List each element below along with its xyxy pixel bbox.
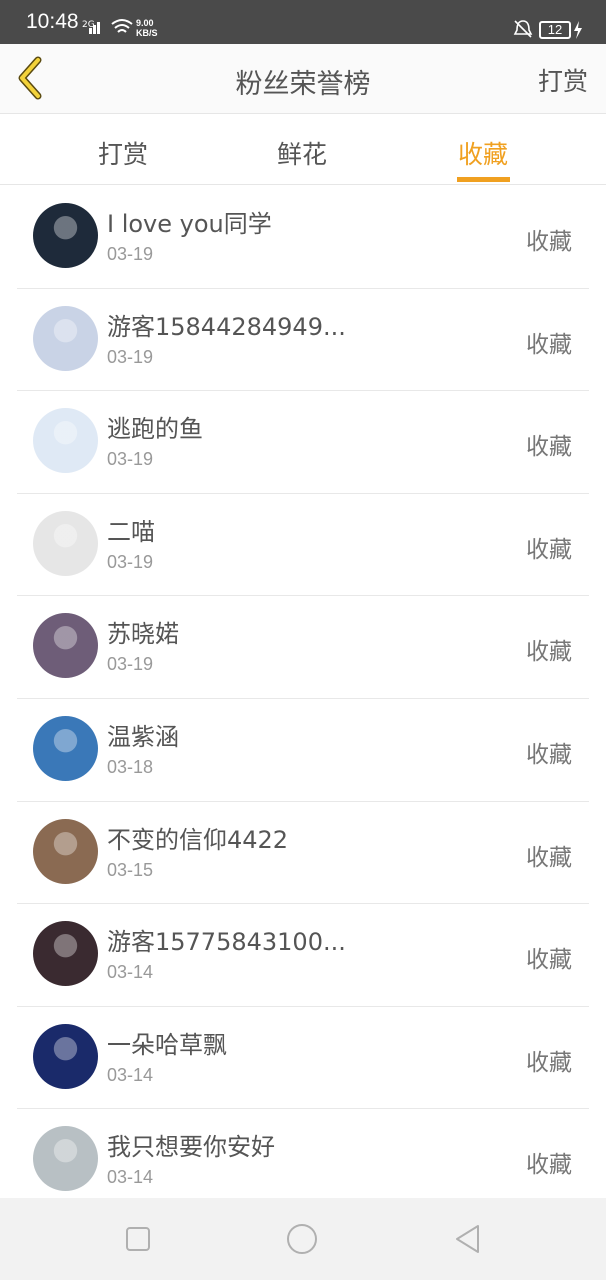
user-date: 03-18 bbox=[107, 756, 154, 777]
network-speed: 9.00 KB/S bbox=[136, 18, 158, 38]
user-name: 一朵哈草飘 bbox=[107, 1030, 227, 1059]
bell-muted-icon bbox=[513, 20, 533, 38]
speed-value: 9.00 bbox=[136, 18, 154, 28]
user-name: 我只想要你安好 bbox=[107, 1133, 275, 1162]
status-time: 10:48 bbox=[26, 10, 79, 33]
avatar bbox=[33, 613, 98, 679]
user-date: 03-19 bbox=[107, 346, 154, 367]
user-name: I love you同学 bbox=[107, 210, 272, 238]
tab-bar: 打赏 鲜花 收藏 bbox=[0, 115, 606, 185]
user-date: 03-15 bbox=[107, 859, 154, 880]
avatar bbox=[33, 921, 98, 987]
title-bar: 粉丝荣誉榜 打赏 bbox=[0, 44, 606, 114]
user-name: 不变的信仰4422 bbox=[107, 825, 289, 854]
reward-button[interactable]: 打赏 bbox=[538, 62, 588, 98]
favorite-label: 收藏 bbox=[526, 947, 572, 974]
list-item[interactable]: 游客15775843100... 03-14 收藏 bbox=[17, 904, 589, 1007]
tab-favorites[interactable]: 收藏 bbox=[458, 135, 508, 171]
square-icon[interactable] bbox=[122, 1223, 154, 1255]
favorite-label: 收藏 bbox=[526, 1152, 572, 1179]
user-date: 03-19 bbox=[107, 654, 154, 675]
user-name: 苏晓婼 bbox=[107, 620, 179, 649]
avatar bbox=[33, 715, 98, 781]
avatar bbox=[33, 408, 98, 474]
avatar bbox=[33, 1126, 98, 1192]
list-item[interactable]: 不变的信仰4422 03-15 收藏 bbox=[17, 802, 589, 905]
user-name: 游客15775843100... bbox=[107, 928, 346, 957]
wifi-icon bbox=[111, 19, 133, 33]
list-item[interactable]: 游客15844284949... 03-19 收藏 bbox=[17, 289, 589, 392]
avatar bbox=[33, 818, 98, 884]
user-name: 二喵 bbox=[107, 517, 155, 546]
user-date: 03-19 bbox=[107, 551, 154, 572]
avatar bbox=[33, 203, 98, 268]
list-item[interactable]: 温紫涵 03-18 收藏 bbox=[17, 699, 589, 802]
list-item[interactable]: 苏晓婼 03-19 收藏 bbox=[17, 596, 589, 699]
fan-list: I love you同学 03-19 收藏 游客15844284949... 0… bbox=[0, 186, 606, 1212]
avatar bbox=[33, 510, 98, 576]
favorite-label: 收藏 bbox=[526, 639, 572, 666]
list-item[interactable]: 二喵 03-19 收藏 bbox=[17, 494, 589, 597]
list-item[interactable]: 一朵哈草飘 03-14 收藏 bbox=[17, 1007, 589, 1110]
circle-icon[interactable] bbox=[286, 1223, 318, 1255]
tab-flowers[interactable]: 鲜花 bbox=[277, 135, 327, 171]
user-date: 03-14 bbox=[107, 1167, 154, 1188]
user-date: 03-19 bbox=[107, 449, 154, 470]
favorite-label: 收藏 bbox=[526, 844, 572, 871]
user-name: 温紫涵 bbox=[107, 722, 179, 751]
signal-icon bbox=[89, 22, 100, 34]
page-title: 粉丝荣誉榜 bbox=[235, 69, 371, 100]
battery-level: 12 bbox=[539, 21, 571, 39]
user-date: 03-14 bbox=[107, 962, 154, 983]
user-name: 逃跑的鱼 bbox=[107, 415, 203, 444]
speed-unit: KB/S bbox=[136, 28, 158, 38]
favorite-label: 收藏 bbox=[526, 229, 572, 255]
triangle-left-icon[interactable] bbox=[452, 1223, 484, 1255]
favorite-label: 收藏 bbox=[526, 1049, 572, 1076]
favorite-label: 收藏 bbox=[526, 434, 572, 461]
user-date: 03-14 bbox=[107, 1064, 154, 1085]
status-bar: 10:48 2G 9.00 KB/S 12 bbox=[0, 0, 606, 44]
navigation-bar bbox=[0, 1198, 606, 1280]
user-name: 游客15844284949... bbox=[107, 312, 346, 341]
tab-reward[interactable]: 打赏 bbox=[98, 135, 148, 171]
avatar bbox=[33, 1023, 98, 1089]
list-item[interactable]: I love you同学 03-19 收藏 bbox=[17, 186, 589, 289]
favorite-label: 收藏 bbox=[526, 741, 572, 768]
charging-icon bbox=[574, 21, 582, 39]
active-tab-indicator bbox=[457, 177, 510, 182]
avatar bbox=[33, 305, 98, 371]
favorite-label: 收藏 bbox=[526, 331, 572, 358]
list-item[interactable]: 我只想要你安好 03-14 收藏 bbox=[17, 1109, 589, 1212]
favorite-label: 收藏 bbox=[526, 536, 572, 563]
list-item[interactable]: 逃跑的鱼 03-19 收藏 bbox=[17, 391, 589, 494]
user-date: 03-19 bbox=[107, 244, 154, 264]
